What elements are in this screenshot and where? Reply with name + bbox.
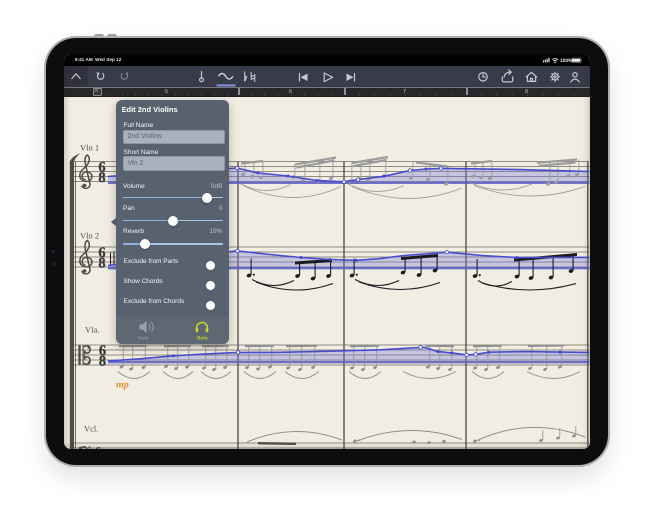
- svg-text:Vla.: Vla.: [85, 325, 99, 335]
- svg-text:Vln 2: Vln 2: [80, 231, 99, 241]
- svg-text:Mute: Mute: [137, 336, 148, 342]
- svg-text:8: 8: [99, 353, 106, 369]
- svg-text:8: 8: [98, 255, 105, 271]
- svg-text:mp: mp: [116, 379, 129, 390]
- svg-text:Vcl.: Vcl.: [84, 424, 98, 434]
- svg-text:8: 8: [98, 170, 105, 186]
- svg-text:6: 6: [95, 444, 101, 449]
- svg-text:Vln 1: Vln 1: [80, 143, 99, 153]
- svg-text:Solo: Solo: [197, 336, 208, 342]
